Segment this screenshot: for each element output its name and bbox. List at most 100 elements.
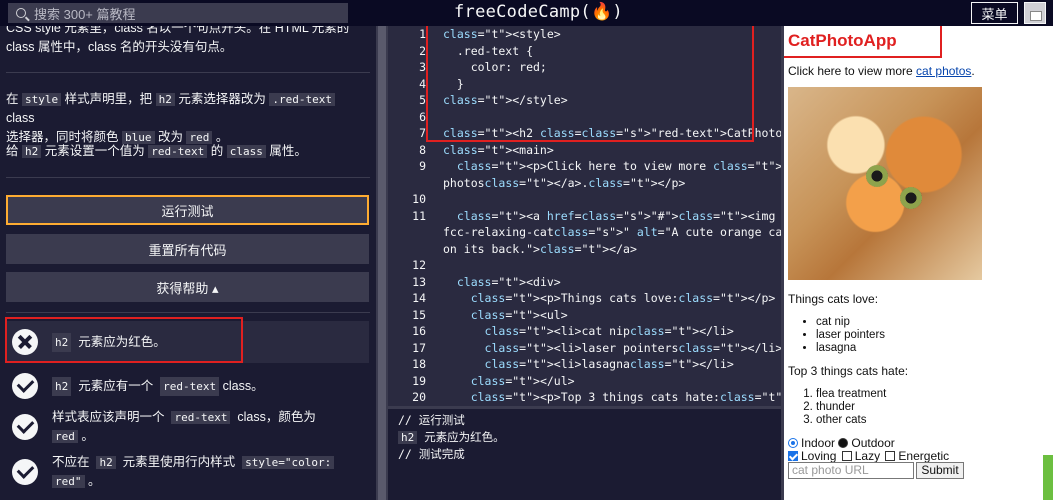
task-description-1: 在 style 样式声明里，把 h2 元素选择器改为 .red-text cla…: [6, 90, 366, 147]
code-line[interactable]: 20 class="t"><p>Top 3 things cats hate:c…: [388, 389, 781, 406]
check-icon: [12, 459, 38, 485]
love-list: cat nip laser pointers lasagna: [816, 316, 885, 355]
instructions-scrollbar[interactable]: [376, 26, 388, 500]
run-tests-button[interactable]: 运行测试: [6, 195, 369, 225]
search-bar[interactable]: 搜索 300+ 篇教程: [8, 3, 348, 23]
highlight-box: [5, 317, 243, 363]
divider: [6, 312, 370, 313]
line-number: 10: [412, 192, 426, 206]
highlight-box: [426, 26, 754, 142]
preview-scrollbar[interactable]: [1043, 455, 1053, 500]
line-number: 9: [419, 159, 426, 173]
divider: [6, 177, 370, 178]
list-item: cat nip: [816, 316, 885, 329]
task-description-2: 给 h2 元素设置一个值为 red-text 的 class 属性。: [6, 144, 307, 158]
line-number: 12: [412, 258, 426, 272]
code-text[interactable]: class="t"><li>laser pointersclass="t"></…: [443, 340, 781, 357]
line-number: 7: [419, 126, 426, 140]
line-number: 4: [419, 76, 426, 91]
menu-button[interactable]: 菜单: [971, 2, 1018, 24]
cat-photo-url-input[interactable]: cat photo URL: [788, 462, 914, 479]
radio-row: Indoor Outdoor: [788, 436, 895, 450]
checkbox-lazy[interactable]: [841, 451, 852, 461]
line-number: 19: [412, 373, 426, 388]
test-item: 不应在 h2 元素里使用行内样式 style="color: red" 。: [6, 452, 369, 492]
search-icon: [16, 8, 26, 18]
line-number: 14: [412, 291, 426, 305]
code-line[interactable]: 14 class="t"><p>Things cats love:class="…: [388, 290, 781, 307]
line-number: 5: [419, 93, 426, 107]
radio-indoor[interactable]: [788, 438, 798, 448]
line-number: 11: [412, 208, 426, 223]
line-number: 20: [412, 390, 426, 404]
code-text[interactable]: class="t"><p>Things cats love:class="t">…: [443, 290, 776, 307]
line-number: 16: [412, 324, 426, 338]
code-text[interactable]: photosclass="t"></a>.class="t"></p>: [443, 175, 685, 192]
radio-outdoor[interactable]: [838, 438, 849, 448]
code-line[interactable]: 12: [388, 257, 781, 274]
love-title: Things cats love:: [788, 292, 879, 306]
hate-title: Top 3 things cats hate:: [788, 364, 909, 378]
line-number: 6: [419, 109, 426, 124]
code-text[interactable]: on its back.">class="t"></a>: [443, 241, 637, 258]
brand-logo[interactable]: freeCodeCamp(🔥): [454, 2, 623, 22]
code-line[interactable]: 16 class="t"><li>cat nipclass="t"></li>: [388, 323, 781, 340]
submit-button[interactable]: Submit: [916, 462, 964, 479]
code-line[interactable]: 17 class="t"><li>laser pointersclass="t"…: [388, 340, 781, 357]
line-number: 3: [419, 60, 426, 74]
code-text[interactable]: class="t"><p>Top 3 things cats hate:clas…: [443, 389, 781, 406]
code-text[interactable]: class="t"><main>: [443, 142, 554, 159]
hate-list: flea treatment thunder other cats: [816, 388, 886, 427]
code-text[interactable]: class="t"><ul>: [443, 307, 568, 324]
divider: [6, 72, 370, 73]
preview-pane: CatPhotoApp Click here to view more cat …: [784, 26, 1053, 500]
code-line[interactable]: 13 class="t"><div>: [388, 274, 781, 291]
list-item: lasagna: [816, 342, 885, 355]
instructions-pane: CSS style 元素里，class 名以一个句点开头。在 HTML 元素的 …: [0, 26, 376, 500]
list-item: laser pointers: [816, 329, 885, 342]
code-line[interactable]: 11 class="t"><a href=class="s">"#">class…: [388, 208, 781, 225]
code-text[interactable]: class="t"><div>: [443, 274, 561, 291]
line-number: 17: [412, 340, 426, 355]
avatar[interactable]: [1024, 2, 1046, 24]
code-line[interactable]: 19 class="t"></ul>: [388, 373, 781, 390]
code-line[interactable]: fcc-relaxing-catclass="s">" alt="A cute …: [388, 224, 781, 241]
code-text[interactable]: class="t"></ul>: [443, 373, 575, 390]
line-number: 1: [419, 27, 426, 41]
check-icon: [12, 414, 38, 440]
checkbox-energetic[interactable]: [885, 451, 896, 461]
list-item: other cats: [816, 414, 886, 427]
checkbox-row: Loving Lazy Energetic: [788, 449, 949, 463]
search-placeholder: 搜索 300+ 篇教程: [34, 6, 136, 22]
code-text[interactable]: class="t"><li>lasagnaclass="t"></li>: [443, 356, 734, 373]
code-line[interactable]: 15 class="t"><ul>: [388, 307, 781, 324]
code-line[interactable]: photosclass="t"></a>.class="t"></p>: [388, 175, 781, 192]
code-line[interactable]: 9 class="t"><p>Click here to view more c…: [388, 158, 781, 175]
code-editor[interactable]: 1 class="t"><style> 2 .red-text {3 color: …: [388, 26, 781, 406]
cat-eye: [900, 187, 922, 209]
reset-code-button[interactable]: 重置所有代码: [6, 234, 369, 264]
line-number: 18: [412, 357, 426, 371]
code-line[interactable]: 18 class="t"><li>lasagnaclass="t"></li>: [388, 356, 781, 373]
line-number: 2: [419, 43, 426, 58]
list-item: thunder: [816, 401, 886, 414]
test-item: 样式表应该声明一个 red-text class，颜色为 red 。: [6, 407, 369, 447]
code-text[interactable]: class="t"><p>Click here to view more cla…: [443, 158, 781, 175]
click-here-text: Click here to view more cat photos.: [788, 64, 975, 78]
intro-text: CSS style 元素里，class 名以一个句点开头。在 HTML 元素的 …: [6, 26, 350, 54]
code-line[interactable]: 8 class="t"><main>: [388, 142, 781, 159]
list-item: flea treatment: [816, 388, 886, 401]
line-number: 13: [412, 274, 426, 289]
code-text[interactable]: class="t"><li>cat nipclass="t"></li>: [443, 323, 734, 340]
code-text[interactable]: fcc-relaxing-catclass="s">" alt="A cute …: [443, 224, 781, 241]
code-text[interactable]: class="t"><a href=class="s">"#">class="t…: [443, 208, 781, 225]
get-help-button[interactable]: 获得帮助 ▴: [6, 272, 369, 302]
checkbox-loving[interactable]: [788, 451, 798, 461]
code-line[interactable]: 10: [388, 191, 781, 208]
test-item: h2 元素应有一个 red-text class。: [6, 371, 369, 401]
cat-photos-link[interactable]: cat photos: [916, 64, 971, 78]
top-navbar: 搜索 300+ 篇教程 freeCodeCamp(🔥) 菜单: [0, 0, 1053, 26]
code-line[interactable]: on its back.">class="t"></a>: [388, 241, 781, 258]
cat-photo-image[interactable]: [788, 87, 982, 280]
scrollbar-thumb[interactable]: [378, 26, 386, 500]
